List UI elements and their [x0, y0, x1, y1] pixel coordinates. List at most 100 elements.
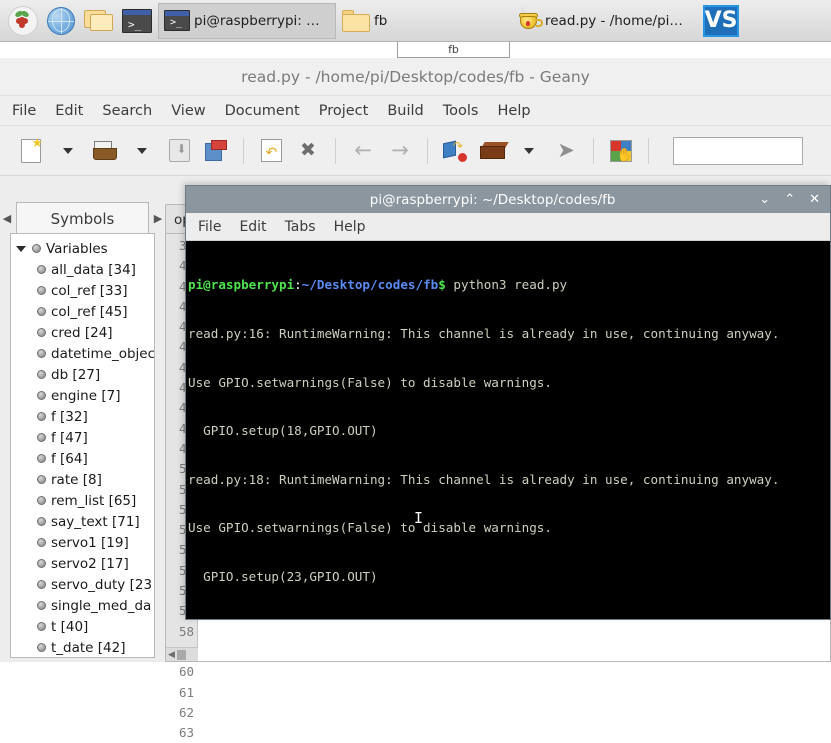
run-button[interactable]: ➤ [551, 136, 581, 166]
compile-button[interactable]: ↷ [440, 136, 470, 166]
horizontal-scrollbar[interactable]: ◀ [166, 647, 198, 661]
close-file-button[interactable]: ✖ [293, 136, 323, 166]
symbol-bullet-icon [37, 496, 46, 505]
menu-project[interactable]: Project [319, 103, 369, 119]
terminal-menu-tabs[interactable]: Tabs [285, 219, 316, 235]
terminal-menu-file[interactable]: File [198, 219, 221, 235]
symbol-item[interactable]: all_data [34] [11, 259, 154, 280]
symbol-item[interactable]: f [47] [11, 427, 154, 448]
geany-window-caption: fb [0, 42, 831, 58]
symbol-item[interactable]: f [32] [11, 406, 154, 427]
sidebar-scroll-left-icon[interactable]: ◀ [0, 212, 14, 225]
menu-file[interactable]: File [12, 103, 36, 119]
symbol-bullet-icon [32, 244, 41, 253]
symbol-bullet-icon [37, 391, 46, 400]
symbol-item[interactable]: servo2 [17] [11, 553, 154, 574]
navigate-forward-button[interactable]: → [385, 136, 415, 166]
open-file-dropdown[interactable] [127, 136, 157, 166]
menu-view[interactable]: View [171, 103, 205, 119]
taskbar-window-filemanager[interactable]: fb [336, 3, 511, 39]
taskbar-window-geany[interactable]: read.py - /home/pi/D… [511, 3, 696, 39]
terminal-menu-edit[interactable]: Edit [239, 219, 266, 235]
file-manager-icon[interactable] [82, 4, 116, 38]
toolbar-separator [243, 137, 244, 164]
symbol-item[interactable]: single_med_da [11, 595, 154, 616]
symbol-bullet-icon [37, 412, 46, 421]
save-all-button[interactable] [201, 136, 231, 166]
scroll-left-icon[interactable]: ◀ [166, 650, 175, 660]
symbol-label: rate [8] [51, 471, 102, 488]
terminal-icon[interactable]: >_ [120, 4, 154, 38]
symbol-item[interactable]: f [64] [11, 448, 154, 469]
menu-build[interactable]: Build [387, 103, 423, 119]
symbol-bullet-icon [37, 559, 46, 568]
symbol-bullet-icon [37, 328, 46, 337]
revert-button[interactable]: ↶ [256, 136, 286, 166]
close-button[interactable]: ✕ [809, 193, 820, 206]
toolbar-separator [648, 137, 649, 164]
symbol-bullet-icon [37, 265, 46, 274]
symbols-tree[interactable]: Variables all_data [34] col_ref [33] col… [10, 233, 155, 658]
expander-open-icon[interactable] [16, 245, 26, 252]
sidebar-scroll-right-icon[interactable]: ▶ [151, 212, 165, 225]
symbol-item[interactable]: engine [7] [11, 385, 154, 406]
color-chooser-button[interactable]: ✋ [606, 136, 636, 166]
symbol-item[interactable]: datetime_object [11, 343, 154, 364]
symbol-item[interactable]: servo1 [19] [11, 532, 154, 553]
menu-help[interactable]: Help [498, 103, 531, 119]
raspberry-menu-icon[interactable] [6, 4, 40, 38]
menu-search[interactable]: Search [102, 103, 152, 119]
terminal-menu-help[interactable]: Help [334, 219, 366, 235]
menu-edit[interactable]: Edit [55, 103, 83, 119]
terminal-title-bar[interactable]: pi@raspberrypi: ~/Desktop/codes/fb ⌄ ⌃ ✕ [186, 186, 830, 213]
symbol-bullet-icon [37, 622, 46, 631]
terminal-output-line: read.py:18: RuntimeWarning: This channel… [188, 471, 780, 487]
terminal-output-line: read.py:16: RuntimeWarning: This channel… [188, 326, 780, 342]
scrollbar-thumb[interactable] [176, 649, 186, 660]
prompt-user-host: pi@raspberrypi [188, 277, 295, 293]
minimize-button[interactable]: ⌄ [759, 193, 770, 206]
prompt-command: python3 read.py [445, 277, 568, 293]
geany-title-text: read.py - /home/pi/Desktop/codes/fb - Ge… [241, 67, 590, 86]
build-dropdown[interactable] [514, 136, 544, 166]
symbol-item[interactable]: t_date [42] [11, 637, 154, 657]
taskbar-window-terminal[interactable]: >_ pi@raspberrypi: ~/De… [158, 2, 336, 39]
save-button[interactable]: ⬇ [164, 136, 194, 166]
taskbar: >_ >_ pi@raspberrypi: ~/De… fb read.py -… [0, 0, 831, 42]
geany-title-bar: read.py - /home/pi/Desktop/codes/fb - Ge… [0, 58, 831, 96]
symbol-bullet-icon [37, 307, 46, 316]
symbol-item[interactable]: rate [8] [11, 469, 154, 490]
toolbar-separator [427, 137, 428, 164]
symbol-item[interactable]: db [27] [11, 364, 154, 385]
new-file-dropdown[interactable] [53, 136, 83, 166]
symbol-item[interactable]: col_ref [45] [11, 301, 154, 322]
symbols-group-variables[interactable]: Variables [11, 238, 154, 259]
taskbar-window-vscode[interactable]: VS [702, 3, 740, 39]
sidebar-tab-symbols[interactable]: Symbols [16, 202, 149, 234]
symbol-item[interactable]: servo_duty [23 [11, 574, 154, 595]
sidebar-tab-label: Symbols [50, 209, 115, 228]
prompt-path: ~/Desktop/codes/fb [301, 277, 439, 293]
menu-document[interactable]: Document [225, 103, 300, 119]
web-browser-icon[interactable] [44, 4, 78, 38]
symbol-item[interactable]: t [40] [11, 616, 154, 637]
symbol-label: datetime_object [51, 345, 155, 362]
symbol-bullet-icon [37, 349, 46, 358]
terminal-output[interactable]: pi@raspberrypi:~/Desktop/codes/fb$ pytho… [186, 241, 830, 619]
navigate-back-button[interactable]: ← [348, 136, 378, 166]
symbol-item[interactable]: rem_list [65] [11, 490, 154, 511]
filemanager-tab-fb[interactable]: fb [397, 42, 510, 58]
open-file-button[interactable] [90, 136, 120, 166]
symbol-item[interactable]: say_text [71] [11, 511, 154, 532]
symbol-item[interactable]: col_ref [33] [11, 280, 154, 301]
symbol-label: engine [7] [51, 387, 121, 404]
symbol-label: all_data [34] [51, 261, 136, 278]
search-input[interactable] [673, 136, 803, 165]
terminal-icon: >_ [164, 10, 190, 31]
build-button[interactable] [477, 136, 509, 166]
menu-tools[interactable]: Tools [443, 103, 479, 119]
new-file-button[interactable]: ★ [16, 136, 46, 166]
terminal-title-text: pi@raspberrypi: ~/Desktop/codes/fb [369, 191, 616, 208]
symbol-item[interactable]: cred [24] [11, 322, 154, 343]
maximize-button[interactable]: ⌃ [784, 193, 795, 206]
